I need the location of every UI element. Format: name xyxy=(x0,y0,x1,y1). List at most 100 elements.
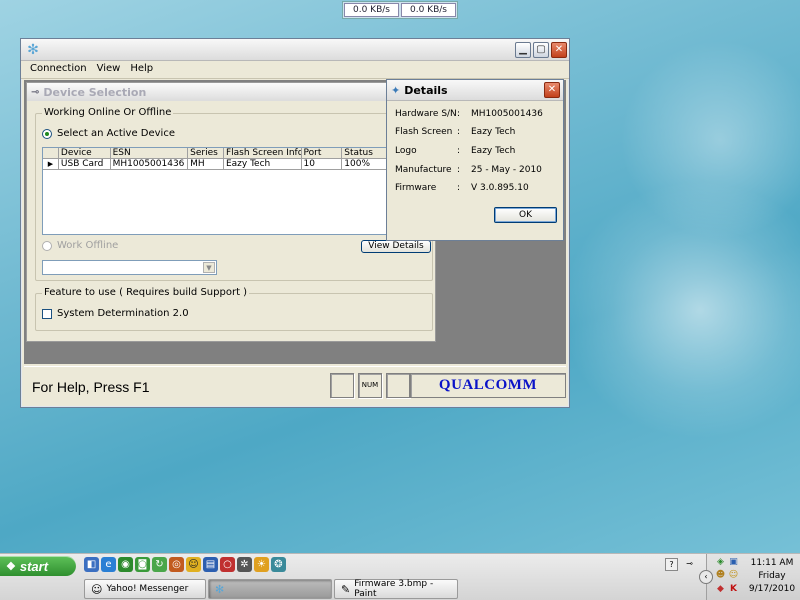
network-icon[interactable]: ▣ xyxy=(728,557,739,568)
cell-esn[interactable]: MH1005001436 xyxy=(110,159,189,170)
cell-status[interactable]: 100% xyxy=(342,159,388,170)
col-series[interactable]: Series xyxy=(188,148,224,159)
chevron-left-icon[interactable]: ‹ xyxy=(699,570,713,584)
system-determination-label: System Determination 2.0 xyxy=(57,308,189,319)
user-icon[interactable]: ☻ xyxy=(715,570,726,581)
detail-value: MH1005001436 xyxy=(471,109,543,119)
work-offline-radio-row[interactable]: Work Offline xyxy=(42,240,118,251)
status-cell xyxy=(386,373,410,398)
status-cell xyxy=(330,373,354,398)
menu-view[interactable]: View xyxy=(92,61,126,78)
quick-launch: ◧ e ◉ ◙ ↻ ◎ ☺ ▤ ○ ✲ ☀ ❂ xyxy=(84,557,286,572)
active-device-radio-row[interactable]: Select an Active Device xyxy=(42,128,175,139)
close-button[interactable]: ✕ xyxy=(544,82,560,98)
detail-row: Flash Screen: Eazy Tech xyxy=(395,127,515,137)
detail-key: Flash Screen xyxy=(395,127,453,137)
help-text: For Help, Press F1 xyxy=(32,379,150,395)
detail-key: Hardware S/N xyxy=(395,109,457,119)
offline-device-combo[interactable]: ▼ xyxy=(42,260,217,275)
refresh-icon[interactable]: ↻ xyxy=(152,557,167,572)
active-device-radio[interactable] xyxy=(42,128,52,139)
network-meter: 0.0 KB/s 0.0 KB/s xyxy=(342,1,458,19)
detail-colon: : xyxy=(457,109,461,119)
close-button[interactable]: ✕ xyxy=(551,42,567,58)
minimize-button[interactable]: ▁ xyxy=(515,42,531,58)
clock-time: 11:11 AM xyxy=(750,558,794,568)
detail-key: Firmware xyxy=(395,183,437,193)
net-up-rate: 0.0 KB/s xyxy=(401,3,456,17)
show-desktop-icon[interactable]: ◧ xyxy=(84,557,99,572)
maximize-button[interactable]: ▢ xyxy=(533,42,549,58)
cell-port[interactable]: 10 xyxy=(301,159,343,170)
task-paint[interactable]: ✎ Firmware 3.bmp - Paint xyxy=(334,579,458,599)
device-grid[interactable]: Device ESN Series Flash Screen Info Port… xyxy=(42,147,388,235)
help-icon[interactable]: ? xyxy=(665,558,678,571)
work-offline-radio[interactable] xyxy=(42,240,52,251)
view-details-button[interactable]: View Details xyxy=(361,240,431,253)
info-icon: ✦ xyxy=(391,83,401,97)
work-offline-label: Work Offline xyxy=(57,240,119,251)
dialog-title: Details xyxy=(404,83,448,97)
task-qpst[interactable]: ✻ xyxy=(208,579,332,599)
col-esn[interactable]: ESN xyxy=(110,148,189,159)
col-status[interactable]: Status xyxy=(342,148,388,159)
start-label: start xyxy=(19,558,49,574)
smiley-icon[interactable]: ☺ xyxy=(186,557,201,572)
clock[interactable]: 11:11 AM Friday 9/17/2010 xyxy=(743,557,800,596)
menu-bar: Connection View Help xyxy=(21,61,569,79)
clock-day: Friday xyxy=(758,571,786,581)
col-port[interactable]: Port xyxy=(301,148,343,159)
num-indicator: NUM xyxy=(358,373,382,398)
col-flash-screen[interactable]: Flash Screen Info xyxy=(223,148,302,159)
table-row[interactable]: ▶ USB Card MH1005001436 MH Eazy Tech 10 … xyxy=(43,159,388,170)
panel-title: Device Selection xyxy=(43,85,147,99)
media-icon[interactable]: ◉ xyxy=(118,557,133,572)
detail-row: Logo: Eazy Tech xyxy=(395,146,515,156)
save-icon[interactable]: ▤ xyxy=(203,557,218,572)
cell-device[interactable]: USB Card xyxy=(58,159,111,170)
detail-key: Manufacture xyxy=(395,165,452,175)
system-determination-row[interactable]: System Determination 2.0 xyxy=(42,308,189,319)
tray-app-icon[interactable]: ◈ xyxy=(715,557,726,568)
kaspersky-icon[interactable]: K xyxy=(728,584,739,595)
detail-value: 25 - May - 2010 xyxy=(471,165,542,175)
app-gear-icon: ✻ xyxy=(27,42,39,58)
working-mode-group: Working Online Or Offline Select an Acti… xyxy=(35,107,433,281)
antivirus-icon[interactable]: ◆ xyxy=(715,584,726,595)
grid-corner xyxy=(43,148,59,159)
detail-colon: : xyxy=(457,146,461,156)
menu-connection[interactable]: Connection xyxy=(25,61,92,78)
smiley-icon[interactable]: ☺ xyxy=(728,570,739,581)
detail-row: Firmware: V 3.0.895.10 xyxy=(395,183,529,193)
network-icon[interactable]: ❂ xyxy=(271,557,286,572)
system-determination-checkbox[interactable] xyxy=(42,308,52,319)
opera-icon[interactable]: ○ xyxy=(220,557,235,572)
smiley-icon: ☺ xyxy=(91,582,103,596)
device-selection-header: ⊸ Device Selection xyxy=(27,83,435,101)
cell-series[interactable]: MH xyxy=(188,159,224,170)
pin-icon[interactable]: ⊸ xyxy=(683,558,696,571)
task-label: Yahoo! Messenger xyxy=(106,584,189,594)
pin-icon[interactable]: ⊸ xyxy=(31,87,39,98)
start-button[interactable]: ❖ start xyxy=(0,556,76,576)
system-tray: ‹ ◈ ▣ ☻ ☺ ◆ K 11:11 AM Friday 9/17/2010 xyxy=(699,554,800,600)
gear-icon[interactable]: ✲ xyxy=(237,557,252,572)
device-selection-panel: ⊸ Device Selection Working Online Or Off… xyxy=(26,82,436,342)
col-device[interactable]: Device xyxy=(58,148,111,159)
firefox-icon[interactable]: ◎ xyxy=(169,557,184,572)
task-yahoo-messenger[interactable]: ☺ Yahoo! Messenger xyxy=(84,579,206,599)
active-device-label: Select an Active Device xyxy=(57,128,175,139)
sun-icon[interactable]: ☀ xyxy=(254,557,269,572)
ie-icon[interactable]: e xyxy=(101,557,116,572)
net-down-rate: 0.0 KB/s xyxy=(344,3,399,17)
menu-help[interactable]: Help xyxy=(125,61,158,78)
detail-colon: : xyxy=(457,183,461,193)
windows-flag-icon: ❖ xyxy=(6,560,16,573)
cell-flash-screen[interactable]: Eazy Tech xyxy=(223,159,302,170)
ok-button[interactable]: OK xyxy=(494,207,557,223)
window-titlebar[interactable]: ✻ ▁ ▢ ✕ xyxy=(21,39,569,61)
row-selected-arrow-icon: ▶ xyxy=(43,159,59,170)
chevron-down-icon[interactable]: ▼ xyxy=(203,262,215,273)
dialog-titlebar[interactable]: ✦ Details xyxy=(387,80,563,101)
media-icon[interactable]: ◙ xyxy=(135,557,150,572)
